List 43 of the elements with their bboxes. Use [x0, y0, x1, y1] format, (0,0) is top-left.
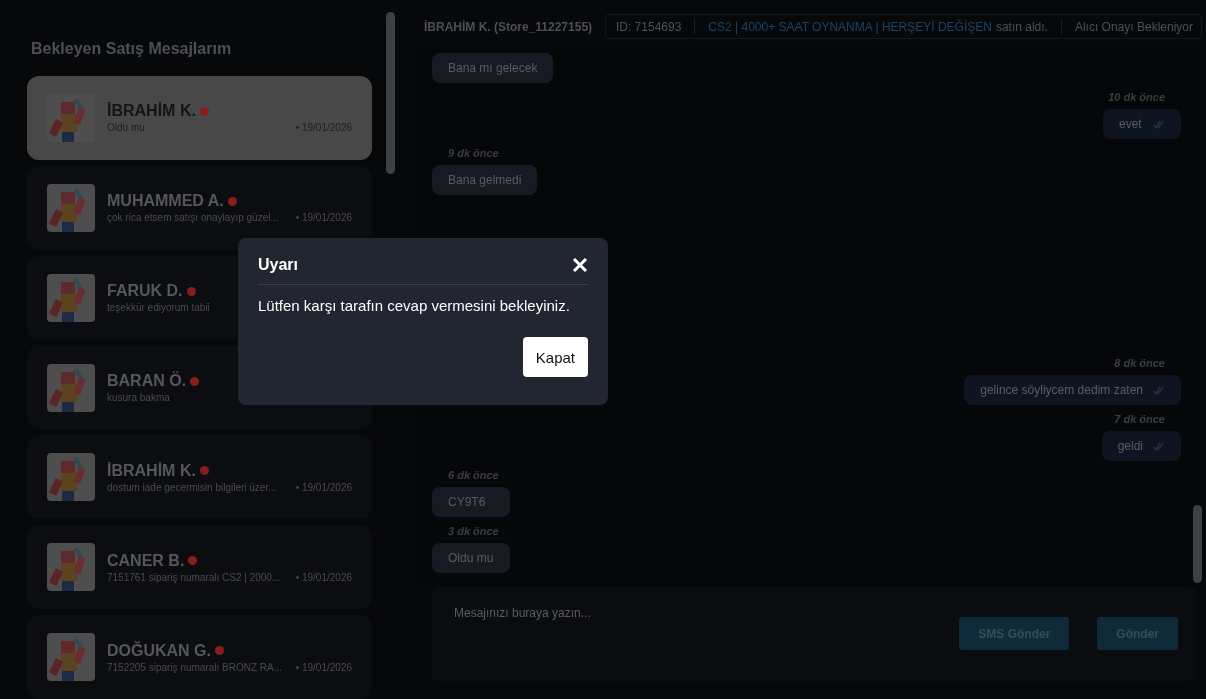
- close-dialog-button[interactable]: Kapat: [522, 337, 588, 377]
- purchase-text: satın aldı.: [995, 19, 1048, 34]
- avatar-icon: [47, 273, 95, 322]
- contact-name: MUHAMMED A.: [107, 192, 224, 211]
- order-id: ID: 7154693: [615, 19, 682, 34]
- message-bubble: geldi: [1101, 431, 1181, 461]
- message-bubble: Oldu mu: [432, 543, 510, 573]
- double-check-icon: [1153, 441, 1165, 451]
- message-bubble: Bana gelmedi: [432, 165, 538, 195]
- avatar-icon: [47, 453, 95, 502]
- avatar-icon: [47, 633, 95, 682]
- scrollbar-thumb[interactable]: [386, 12, 395, 174]
- sidebar-title: Bekleyen Satış Mesajlarım: [31, 40, 233, 58]
- scrollbar-thumb[interactable]: [1193, 505, 1202, 583]
- message-input[interactable]: Mesajınızı buraya yazın...: [452, 605, 932, 621]
- avatar-icon: [47, 183, 95, 232]
- message-date: • 19/01/2026: [295, 571, 352, 583]
- message-date: • 19/01/2026: [295, 481, 352, 493]
- message-bubble: gelince söyliycem dedim zaten: [964, 375, 1181, 405]
- double-check-icon: [1153, 119, 1165, 129]
- close-button[interactable]: [572, 257, 588, 273]
- contact-name: DOĞUKAN G.: [107, 641, 211, 660]
- contact-name: İBRAHİM K.: [107, 461, 196, 480]
- conversation-card[interactable]: İBRAHİM K. dostum iade gecermisin bilgileri üzer... • 19/01/2026: [27, 435, 372, 520]
- contact-name: FARUK D.: [107, 282, 183, 301]
- message-bubble: evet: [1103, 109, 1181, 139]
- message-preview: dostum iade gecermisin bilgileri üzer...: [107, 481, 277, 493]
- message-preview: teşekkür ediyorum tabii: [107, 302, 210, 314]
- contact-name: CANER B.: [107, 551, 185, 570]
- message-date: • 19/01/2026: [295, 661, 352, 673]
- double-check-icon: [1153, 385, 1165, 395]
- avatar-icon: [47, 543, 95, 592]
- dialog-title: Uyarı: [258, 256, 299, 274]
- order-status: Alıcı Onayı Bekleniyor: [1074, 19, 1193, 34]
- message-bubble: CY9T6: [432, 487, 510, 517]
- message-bubble: Bana mı gelecek: [432, 53, 554, 83]
- close-icon: [572, 257, 588, 273]
- contact-name: BARAN Ö.: [107, 372, 187, 390]
- message-date: • 19/01/2026: [295, 212, 352, 224]
- product-link[interactable]: CS2 | 4000+ SAAT OYNANMA | HERŞEYİ DEĞİŞEN: [708, 19, 992, 34]
- chat-contact: İBRAHİM K. (Store_11227155): [424, 19, 593, 34]
- avatar-icon: [47, 93, 95, 142]
- avatar-icon: [47, 363, 95, 412]
